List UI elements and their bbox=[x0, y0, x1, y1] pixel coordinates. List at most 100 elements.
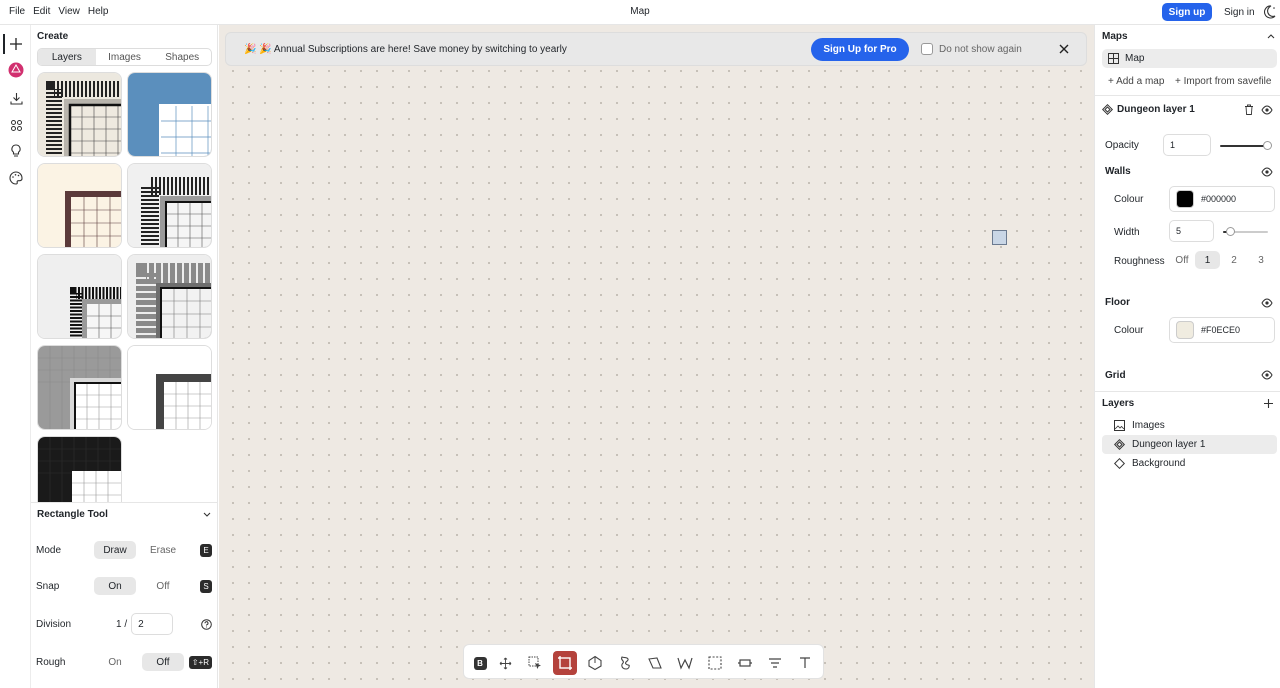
cave-tool-icon[interactable] bbox=[613, 651, 637, 675]
division-label: Division bbox=[36, 618, 72, 630]
add-layer-icon[interactable] bbox=[1263, 398, 1274, 409]
cursor-preview-square bbox=[992, 230, 1007, 245]
style-thumbnail[interactable] bbox=[37, 72, 122, 157]
wall-colour-picker[interactable]: #000000 bbox=[1169, 186, 1275, 212]
create-icon[interactable] bbox=[8, 36, 24, 52]
wall-width-slider-knob[interactable] bbox=[1225, 227, 1235, 236]
layer-label: Background bbox=[1132, 458, 1186, 469]
style-thumbnail[interactable] bbox=[127, 254, 212, 339]
snap-off-button[interactable]: Off bbox=[142, 577, 184, 595]
style-thumbnails bbox=[37, 72, 215, 502]
wall-colour-swatch bbox=[1176, 190, 1194, 208]
layer-diamond-icon bbox=[1102, 104, 1113, 115]
signup-button[interactable]: Sign up bbox=[1162, 3, 1212, 21]
rough-off-button[interactable]: Off bbox=[142, 653, 184, 671]
app-title: Map bbox=[630, 6, 650, 17]
close-icon[interactable] bbox=[1057, 42, 1071, 56]
palette-icon[interactable] bbox=[8, 170, 24, 186]
mode-draw-button[interactable]: Draw bbox=[94, 541, 136, 559]
freeform-tool-icon[interactable] bbox=[643, 651, 667, 675]
style-thumbnail[interactable] bbox=[37, 254, 122, 339]
opacity-label: Opacity bbox=[1105, 140, 1139, 151]
import-savefile-button[interactable]: + Import from savefile bbox=[1175, 76, 1271, 87]
top-bar: File Edit View Help Map Sign up Sign in bbox=[0, 0, 1280, 25]
tool-name: Rectangle Tool bbox=[37, 509, 108, 520]
layer-item-background[interactable]: Background bbox=[1102, 454, 1277, 473]
menu-view[interactable]: View bbox=[58, 6, 80, 17]
eye-icon[interactable] bbox=[1261, 105, 1273, 115]
wall-colour-label: Colour bbox=[1114, 194, 1144, 205]
polygon-tool-icon[interactable] bbox=[583, 651, 607, 675]
dice-icon[interactable] bbox=[8, 62, 24, 78]
roughness-3[interactable]: 3 bbox=[1254, 251, 1268, 269]
lasso-select-icon[interactable] bbox=[703, 651, 727, 675]
theme-toggle-icon[interactable] bbox=[1264, 5, 1276, 19]
wall-tool-icon[interactable] bbox=[673, 651, 697, 675]
rough-on-button[interactable]: On bbox=[94, 653, 136, 671]
trash-icon[interactable] bbox=[1244, 104, 1254, 115]
menu-file[interactable]: File bbox=[9, 6, 25, 17]
chevron-down-icon[interactable] bbox=[202, 509, 212, 519]
walls-title: Walls bbox=[1105, 166, 1131, 177]
opacity-slider-knob[interactable] bbox=[1263, 141, 1272, 150]
map-list-item[interactable]: Map bbox=[1102, 49, 1277, 68]
walls-eye-icon[interactable] bbox=[1261, 167, 1273, 177]
grid-apps-icon[interactable] bbox=[8, 117, 24, 133]
menu-help[interactable]: Help bbox=[88, 6, 109, 17]
select-icon[interactable] bbox=[523, 651, 547, 675]
style-thumbnail[interactable] bbox=[127, 163, 212, 248]
opacity-slider[interactable] bbox=[1220, 145, 1269, 147]
opacity-input[interactable]: 1 bbox=[1163, 134, 1211, 156]
diamond-icon bbox=[1114, 458, 1125, 469]
lightbulb-icon[interactable] bbox=[8, 143, 24, 159]
rectangle-tool-icon[interactable] bbox=[553, 651, 577, 675]
grid-eye-icon[interactable] bbox=[1261, 370, 1273, 380]
add-map-button[interactable]: + Add a map bbox=[1108, 76, 1164, 87]
tab-images[interactable]: Images bbox=[96, 49, 154, 65]
door-tool-icon[interactable] bbox=[733, 651, 757, 675]
mode-erase-button[interactable]: Erase bbox=[142, 541, 184, 559]
rough-row: Rough On Off ⇧+R bbox=[36, 652, 212, 672]
roughness-1[interactable]: 1 bbox=[1195, 251, 1220, 269]
filter-icon[interactable] bbox=[763, 651, 787, 675]
help-icon[interactable] bbox=[201, 618, 212, 630]
roughness-off[interactable]: Off bbox=[1172, 251, 1192, 269]
floor-colour-label: Colour bbox=[1114, 325, 1144, 336]
tool-options-header[interactable]: Rectangle Tool bbox=[37, 509, 212, 520]
signin-link[interactable]: Sign in bbox=[1224, 7, 1255, 18]
wall-width-input[interactable]: 5 bbox=[1169, 220, 1214, 242]
move-icon[interactable] bbox=[493, 651, 517, 675]
style-thumbnail[interactable] bbox=[37, 163, 122, 248]
floor-eye-icon[interactable] bbox=[1261, 298, 1273, 308]
style-thumbnail[interactable] bbox=[127, 72, 212, 157]
tab-shapes[interactable]: Shapes bbox=[153, 49, 211, 65]
menu-edit[interactable]: Edit bbox=[33, 6, 50, 17]
snap-label: Snap bbox=[36, 580, 60, 592]
roughness-2[interactable]: 2 bbox=[1227, 251, 1241, 269]
dont-show-checkbox[interactable] bbox=[921, 43, 933, 55]
floor-colour-picker[interactable]: #F0ECE0 bbox=[1169, 317, 1275, 343]
signup-pro-button[interactable]: Sign Up for Pro bbox=[811, 38, 909, 61]
layer-item-dungeon[interactable]: Dungeon layer 1 bbox=[1102, 435, 1277, 454]
section-divider bbox=[1095, 391, 1280, 392]
create-panel: Create Layers Images Shapes Rectangle To… bbox=[31, 25, 218, 688]
layer-title: Dungeon layer 1 bbox=[1117, 104, 1195, 115]
create-tabs: Layers Images Shapes bbox=[37, 48, 212, 66]
brand-b-icon[interactable]: B bbox=[468, 651, 492, 675]
download-icon[interactable] bbox=[8, 90, 24, 106]
chevron-up-icon[interactable] bbox=[1266, 32, 1276, 42]
style-thumbnail[interactable] bbox=[37, 436, 122, 502]
panel-divider bbox=[31, 502, 218, 503]
mode-row: Mode Draw Erase E bbox=[36, 540, 212, 560]
layer-item-images[interactable]: Images bbox=[1102, 416, 1277, 435]
text-tool-icon[interactable] bbox=[793, 651, 817, 675]
snap-on-button[interactable]: On bbox=[94, 577, 136, 595]
style-thumbnail[interactable] bbox=[127, 345, 212, 430]
tab-layers[interactable]: Layers bbox=[38, 49, 96, 65]
layers-title: Layers bbox=[1102, 398, 1135, 409]
division-input[interactable]: 2 bbox=[131, 613, 174, 635]
map-canvas[interactable]: 🎉 🎉 Annual Subscriptions are here! Save … bbox=[219, 25, 1094, 688]
style-thumbnail[interactable] bbox=[37, 345, 122, 430]
floor-colour-value: #F0ECE0 bbox=[1201, 325, 1241, 335]
menu-bar: File Edit View Help bbox=[9, 6, 108, 17]
